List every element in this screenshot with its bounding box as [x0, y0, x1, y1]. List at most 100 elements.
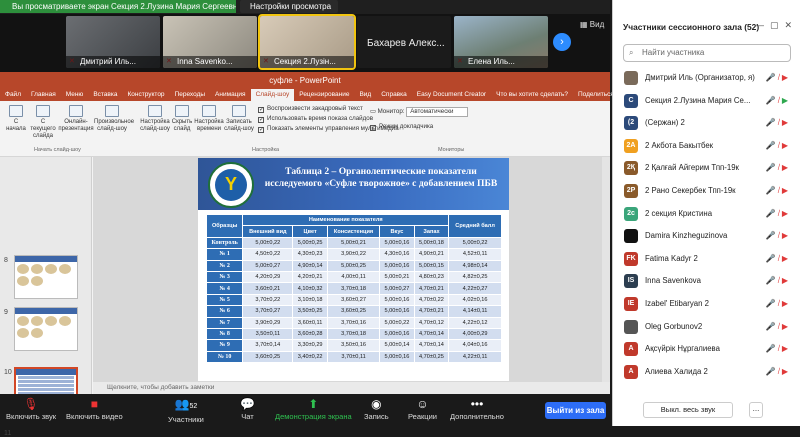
- column-header: Внешний вид: [242, 225, 294, 238]
- chat-button[interactable]: 💬 Чат: [240, 396, 255, 421]
- record-show-button[interactable]: Записать слайд-шоу: [224, 105, 254, 133]
- share-screen-button[interactable]: ⬆ Демонстрация экрана: [275, 396, 352, 421]
- slide-thumbnail[interactable]: [14, 307, 78, 351]
- play-narrations-checkbox[interactable]: ✓ Воспроизвести закадровый текст: [258, 105, 363, 113]
- mic-muted-icon: 🎤̸: [765, 95, 782, 105]
- tab-menu[interactable]: Меню: [61, 89, 89, 101]
- participant-row[interactable]: (2 (Сержан) 2 🎤̸▶: [619, 114, 795, 132]
- participant-status-icons: 🎤̸▶: [766, 250, 791, 268]
- more-button[interactable]: ••• Дополнительно: [450, 396, 504, 421]
- participant-row[interactable]: С Секция 2.Лузина Мария Се... 🎤̸▶: [619, 92, 795, 110]
- view-button[interactable]: ▦ Вид: [580, 20, 604, 29]
- participant-row[interactable]: IS Inna Savenkova 🎤̸▶: [619, 272, 795, 290]
- from-current-button[interactable]: С текущего слайда: [28, 105, 58, 140]
- slide-thumbnail[interactable]: [14, 255, 78, 299]
- participant-row[interactable]: 2с 2 секция Кристина 🎤̸▶: [619, 205, 795, 223]
- hide-slide-button[interactable]: Скрыть слайд: [170, 105, 194, 133]
- table-cell: 4,20±0,29: [242, 270, 294, 284]
- participant-row[interactable]: 2Р 2 Рано Секербек Тпп-19к 🎤̸▶: [619, 182, 795, 200]
- close-icon[interactable]: ✕: [785, 20, 799, 30]
- table-row: № 9 3,70±0,14 3,30±0,29 3,50±0,16 5,00±0,14 4…: [205, 339, 502, 352]
- monitor-select[interactable]: ▭ Монитор: Автоматически: [370, 107, 469, 117]
- video-tile[interactable]: ✕ Елена Иль...: [454, 16, 548, 68]
- table-cell: 4,70±0,21: [413, 282, 450, 295]
- tell-me-search[interactable]: Что вы хотите сделать?: [491, 89, 573, 101]
- table-cell: 3,70±0,22: [242, 293, 294, 307]
- vertical-scrollbar[interactable]: [602, 157, 610, 382]
- notes-pane[interactable]: Щелкните, чтобы добавить заметки: [93, 382, 610, 394]
- participant-row[interactable]: IE Izabel' Etibaryan 2 🎤̸▶: [619, 295, 795, 313]
- leave-room-button[interactable]: Выйти из зала: [545, 402, 606, 419]
- participant-row[interactable]: 2Қ 2 Қалғай Айгерим Тпп-19к 🎤̸▶: [619, 159, 795, 177]
- table-cell: 3,60±0,27: [326, 293, 381, 307]
- from-beginning-button[interactable]: С начала: [4, 105, 28, 133]
- video-off-icon: ▶: [781, 73, 791, 82]
- table-row: № 2 5,00±0,27 4,90±0,14 5,00±0,25 5,00±0,16 5…: [205, 259, 502, 272]
- participant-row[interactable]: Дмитрий Иль (Организатор, я) 🎤̸▶: [619, 69, 795, 87]
- rehearse-timings-button[interactable]: Настройка времени: [194, 105, 224, 133]
- tab-slideshow[interactable]: Слайд-шоу: [250, 89, 295, 101]
- organoleptic-table: Образцы Наименование показателя Средний …: [205, 213, 502, 364]
- tab-easy-doc[interactable]: Easy Document Creator: [412, 89, 491, 101]
- use-timings-checkbox[interactable]: ✓ Использовать время показа слайдов: [258, 115, 373, 123]
- group-setup: Настройка: [252, 147, 280, 153]
- start-video-button[interactable]: ■ Включить видео: [66, 396, 123, 421]
- table-cell: 4,52±0,11: [448, 248, 502, 261]
- minimize-icon[interactable]: —: [755, 20, 770, 30]
- tab-review[interactable]: Рецензирование: [294, 89, 354, 101]
- tab-help[interactable]: Справка: [376, 89, 412, 101]
- participant-search-input[interactable]: ⌕ Найти участника: [623, 44, 791, 62]
- participant-row[interactable]: FK Fatima Kadyr 2 🎤̸▶: [619, 250, 795, 268]
- video-tile[interactable]: ✕ Дмитрий Иль...: [66, 16, 160, 68]
- panel-window-controls[interactable]: —▢✕: [755, 20, 798, 31]
- tab-design[interactable]: Конструктор: [122, 89, 169, 101]
- video-name-centered: Бахарев Алекс...: [367, 38, 445, 49]
- video-tile-active[interactable]: ✕ Секция 2.Лузін...: [258, 14, 356, 70]
- table-row: № 10 3,60±0,25 3,40±0,22 3,70±0,11 5,00±0,16…: [205, 350, 502, 364]
- record-button[interactable]: ◉ Запись: [364, 396, 389, 421]
- column-header: Цвет: [292, 225, 328, 238]
- avatar: (2: [624, 116, 638, 131]
- tab-transitions[interactable]: Переходы: [170, 89, 211, 101]
- slide-canvas[interactable]: Y Таблица 2 – Органолептические показате…: [198, 158, 509, 381]
- reactions-button[interactable]: ☺ Реакции: [408, 396, 437, 421]
- panel-more-button[interactable]: ...: [749, 402, 763, 418]
- video-off-icon: ▶: [781, 186, 791, 195]
- mute-all-button[interactable]: Выкл. весь звук: [643, 402, 733, 418]
- table-row: № 7 3,90±0,29 3,60±0,11 3,70±0,16 5,00±0,22 4…: [205, 316, 502, 329]
- tab-file[interactable]: Файл: [0, 89, 26, 101]
- avatar: [624, 319, 638, 334]
- online-present-button[interactable]: Онлайн-презентация: [58, 105, 94, 133]
- custom-show-button[interactable]: Произвольное слайд-шоу: [94, 105, 134, 133]
- presenter-view-checkbox[interactable]: ✓ Режим докладчика: [370, 123, 433, 131]
- video-tile[interactable]: Бахарев Алекс...: [357, 16, 451, 68]
- row-label: № 9: [205, 339, 244, 352]
- tab-home[interactable]: Главная: [26, 89, 61, 101]
- participant-row[interactable]: А Ақсүйрік Нұргалиева 🎤̸▶: [619, 340, 795, 358]
- mic-muted-icon: 🎤̸: [765, 366, 782, 376]
- next-videos-button[interactable]: ›: [553, 33, 571, 51]
- table-row: № 3 4,20±0,29 4,20±0,21 4,00±0,11 5,00±0,21 4…: [205, 270, 502, 284]
- popout-icon[interactable]: ▢: [770, 20, 785, 30]
- tab-view[interactable]: Вид: [354, 89, 376, 101]
- tab-animation[interactable]: Анимация: [210, 89, 251, 101]
- view-settings-button[interactable]: Настройки просмотра: [240, 0, 338, 13]
- unmute-button[interactable]: 🎙 Включить звук: [6, 396, 56, 421]
- participant-row[interactable]: Oleg Gorbunov2 🎤̸▶: [619, 318, 795, 336]
- table-cell: 4,22±0,12: [448, 316, 502, 329]
- participant-row[interactable]: А Алиева Халида 2 🎤̸▶: [619, 363, 795, 381]
- participant-row[interactable]: Damira Kinzheguzinova 🎤̸▶: [619, 227, 795, 245]
- mic-off-icon: 🎙: [23, 397, 39, 411]
- header-samples: Образцы: [205, 214, 244, 238]
- slides-pane: 8 9 10: [0, 157, 92, 411]
- participant-status-icons: 🎤̸▶: [766, 340, 791, 358]
- row-label: № 2: [205, 259, 244, 272]
- video-off-icon: ▶: [781, 118, 791, 128]
- setup-show-button[interactable]: Настройка слайд-шоу: [140, 105, 170, 133]
- video-tile[interactable]: ✕ Inna Savenko...: [163, 16, 257, 68]
- avatar: 2Р: [624, 184, 638, 198]
- participant-row[interactable]: 2А 2 Акбота Бакытбек 🎤̸▶: [619, 137, 795, 155]
- participants-button[interactable]: 👥52 Участники: [168, 396, 204, 424]
- tab-insert[interactable]: Вставка: [88, 89, 122, 101]
- table-row: № 8 3,50±0,11 3,60±0,28 3,70±0,18 5,00±0,16 4…: [205, 327, 502, 341]
